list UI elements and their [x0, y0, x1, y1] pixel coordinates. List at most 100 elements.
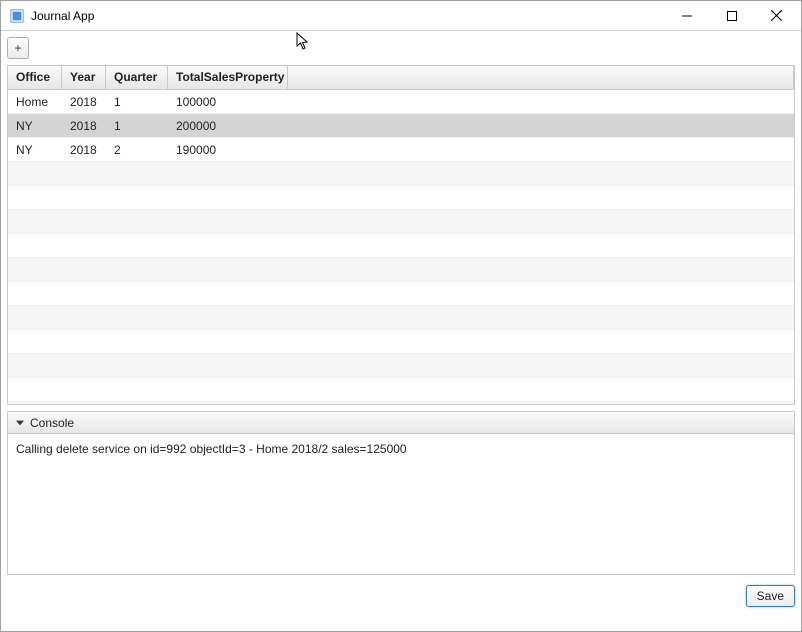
- table-row-empty[interactable]: [8, 330, 794, 354]
- cell-empty[interactable]: [106, 194, 168, 202]
- cell-empty[interactable]: [168, 194, 288, 202]
- cell-empty[interactable]: [288, 362, 794, 370]
- cell-empty[interactable]: [288, 218, 794, 226]
- cell-empty[interactable]: [62, 362, 106, 370]
- cell-empty[interactable]: [168, 266, 288, 274]
- cell-year[interactable]: 2018: [62, 115, 106, 137]
- cell-empty[interactable]: [106, 290, 168, 298]
- column-header-total[interactable]: TotalSalesProperty: [168, 66, 288, 89]
- cell-office[interactable]: NY: [8, 115, 62, 137]
- cell-empty[interactable]: [168, 170, 288, 178]
- table-row-empty[interactable]: [8, 210, 794, 234]
- cell-empty[interactable]: [168, 314, 288, 322]
- maximize-button[interactable]: [709, 2, 754, 30]
- cell-empty[interactable]: [62, 266, 106, 274]
- cell-total[interactable]: 200000: [168, 115, 288, 137]
- cell-empty[interactable]: [8, 338, 62, 346]
- table-row-empty[interactable]: [8, 354, 794, 378]
- cell-office[interactable]: Home: [8, 91, 62, 113]
- cell-empty[interactable]: [62, 194, 106, 202]
- table-row[interactable]: NY20181200000: [8, 114, 794, 138]
- table-row-empty[interactable]: [8, 162, 794, 186]
- table-row-empty[interactable]: [8, 186, 794, 210]
- cell-empty[interactable]: [106, 170, 168, 178]
- cell-empty[interactable]: [288, 386, 794, 394]
- cell-empty[interactable]: [106, 266, 168, 274]
- table-row-empty[interactable]: [8, 234, 794, 258]
- cell-empty[interactable]: [8, 362, 62, 370]
- cell-empty[interactable]: [8, 314, 62, 322]
- close-button[interactable]: [754, 2, 799, 30]
- column-header-quarter[interactable]: Quarter: [106, 66, 168, 89]
- column-header-year[interactable]: Year: [62, 66, 106, 89]
- titlebar: Journal App: [1, 1, 801, 31]
- cell-empty[interactable]: [106, 218, 168, 226]
- cell-empty[interactable]: [288, 266, 794, 274]
- cell-empty[interactable]: [8, 386, 62, 394]
- table-row[interactable]: NY20182190000: [8, 138, 794, 162]
- content-area: + Office Year Quarter TotalSalesProperty…: [1, 31, 801, 631]
- cell-empty[interactable]: [288, 338, 794, 346]
- cell-empty[interactable]: [106, 386, 168, 394]
- table-row-empty[interactable]: [8, 282, 794, 306]
- cell-empty[interactable]: [8, 194, 62, 202]
- cell-total[interactable]: 100000: [168, 91, 288, 113]
- cell-empty[interactable]: [62, 170, 106, 178]
- cell-total[interactable]: 190000: [168, 139, 288, 161]
- cell-spacer[interactable]: [288, 146, 794, 154]
- cell-empty[interactable]: [106, 314, 168, 322]
- cell-empty[interactable]: [168, 386, 288, 394]
- footer: Save: [7, 581, 795, 607]
- data-grid[interactable]: Office Year Quarter TotalSalesProperty H…: [7, 65, 795, 405]
- cell-empty[interactable]: [8, 266, 62, 274]
- table-row-empty[interactable]: [8, 306, 794, 330]
- console-panel: Console Calling delete service on id=992…: [7, 411, 795, 575]
- cell-office[interactable]: NY: [8, 139, 62, 161]
- cell-empty[interactable]: [168, 242, 288, 250]
- console-header[interactable]: Console: [8, 412, 794, 434]
- cell-empty[interactable]: [288, 290, 794, 298]
- cell-empty[interactable]: [62, 314, 106, 322]
- cell-quarter[interactable]: 1: [106, 115, 168, 137]
- cell-empty[interactable]: [62, 386, 106, 394]
- cell-empty[interactable]: [62, 338, 106, 346]
- table-row-empty[interactable]: [8, 402, 794, 404]
- column-header-spacer: [288, 66, 794, 89]
- cell-empty[interactable]: [168, 362, 288, 370]
- cell-empty[interactable]: [288, 170, 794, 178]
- cell-empty[interactable]: [106, 362, 168, 370]
- console-title: Console: [30, 416, 74, 430]
- save-button[interactable]: Save: [746, 585, 795, 607]
- cell-empty[interactable]: [106, 242, 168, 250]
- cell-empty[interactable]: [106, 338, 168, 346]
- cell-quarter[interactable]: 1: [106, 91, 168, 113]
- console-text: Calling delete service on id=992 objectI…: [16, 442, 786, 456]
- cell-empty[interactable]: [288, 314, 794, 322]
- minimize-button[interactable]: [664, 2, 709, 30]
- cell-empty[interactable]: [62, 290, 106, 298]
- cell-quarter[interactable]: 2: [106, 139, 168, 161]
- app-icon: [9, 8, 25, 24]
- cell-empty[interactable]: [288, 242, 794, 250]
- cell-empty[interactable]: [168, 218, 288, 226]
- table-row-empty[interactable]: [8, 258, 794, 282]
- cell-spacer[interactable]: [288, 98, 794, 106]
- console-body[interactable]: Calling delete service on id=992 objectI…: [8, 434, 794, 574]
- cell-spacer[interactable]: [288, 122, 794, 130]
- cell-empty[interactable]: [8, 218, 62, 226]
- cell-empty[interactable]: [8, 290, 62, 298]
- cell-empty[interactable]: [168, 290, 288, 298]
- cell-empty[interactable]: [288, 194, 794, 202]
- cell-empty[interactable]: [8, 170, 62, 178]
- table-row-empty[interactable]: [8, 378, 794, 402]
- column-header-office[interactable]: Office: [8, 66, 62, 89]
- add-button[interactable]: +: [7, 37, 29, 59]
- cell-empty[interactable]: [62, 218, 106, 226]
- toolbar: +: [7, 37, 795, 59]
- cell-year[interactable]: 2018: [62, 139, 106, 161]
- cell-empty[interactable]: [8, 242, 62, 250]
- cell-empty[interactable]: [168, 338, 288, 346]
- cell-year[interactable]: 2018: [62, 91, 106, 113]
- cell-empty[interactable]: [62, 242, 106, 250]
- table-row[interactable]: Home20181100000: [8, 90, 794, 114]
